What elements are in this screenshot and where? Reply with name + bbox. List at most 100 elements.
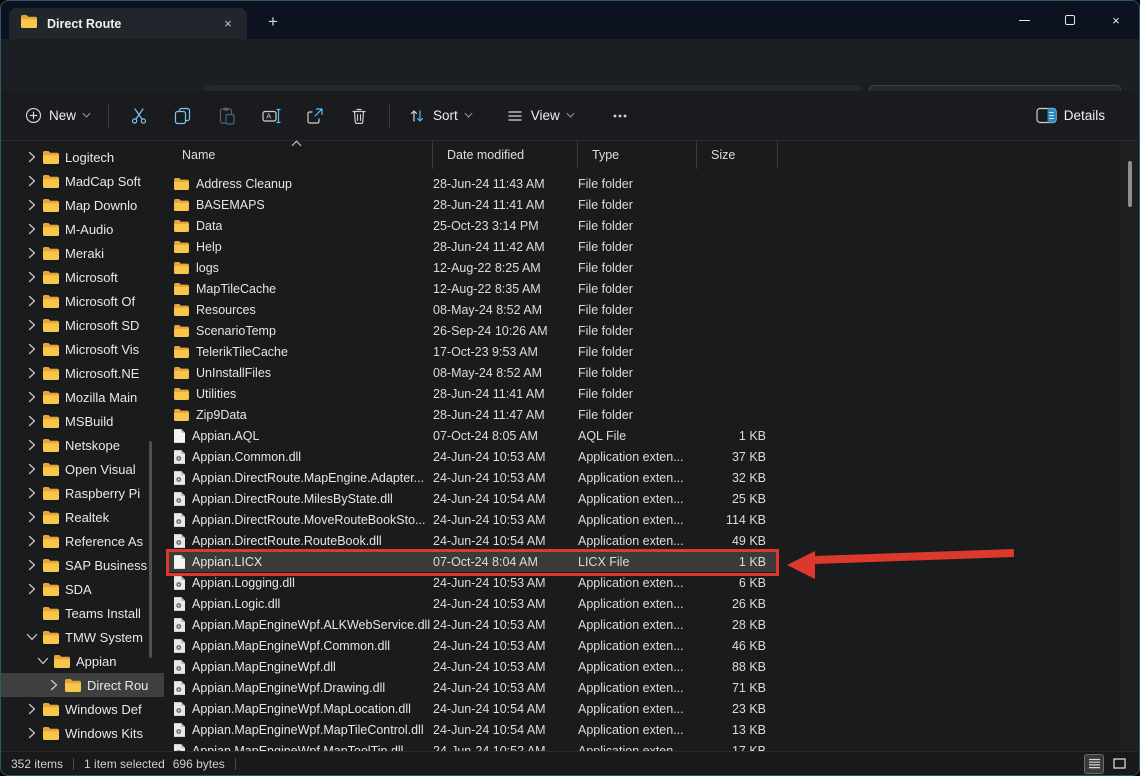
file-row[interactable]: Utilities 28-Jun-24 11:41 AM File folder — [166, 383, 778, 404]
sidebar-folder-item[interactable]: M-Audio — [1, 217, 164, 241]
vertical-scrollbar-thumb[interactable] — [1128, 161, 1132, 207]
tree-expand-chevron-icon[interactable] — [49, 679, 59, 691]
tree-expand-chevron-icon[interactable] — [27, 151, 37, 163]
copy-button[interactable] — [161, 98, 205, 134]
sidebar-folder-item[interactable]: SAP Business — [1, 553, 164, 577]
file-row[interactable]: Appian.DirectRoute.MapEngine.Adapter... … — [166, 467, 778, 488]
sidebar-folder-item[interactable]: MSBuild — [1, 409, 164, 433]
tree-expand-chevron-icon[interactable] — [27, 583, 37, 595]
file-row[interactable]: Appian.MapEngineWpf.MapTileControl.dll 2… — [166, 719, 778, 740]
sidebar-folder-item[interactable]: Teams Install — [1, 601, 164, 625]
tree-expand-chevron-icon[interactable] — [27, 319, 37, 331]
file-row[interactable]: Appian.DirectRoute.MoveRouteBookSto... 2… — [166, 509, 778, 530]
file-row[interactable]: logs 12-Aug-22 8:25 AM File folder — [166, 257, 778, 278]
tree-expand-chevron-icon[interactable] — [27, 247, 37, 259]
sidebar-folder-item[interactable]: Realtek — [1, 505, 164, 529]
tree-expand-chevron-icon[interactable] — [27, 487, 37, 499]
tree-expand-chevron-icon[interactable] — [27, 727, 37, 739]
sidebar-folder-item[interactable]: Raspberry Pi — [1, 481, 164, 505]
more-options-button[interactable] — [598, 98, 642, 134]
rename-button[interactable]: A — [249, 98, 293, 134]
tab-close-icon[interactable]: × — [217, 13, 239, 35]
sidebar-folder-item[interactable]: Microsoft Vis — [1, 337, 164, 361]
column-header-type[interactable]: Type — [578, 141, 697, 169]
tree-expand-chevron-icon[interactable] — [27, 367, 37, 379]
sidebar-folder-item[interactable]: Map Downlo — [1, 193, 164, 217]
file-row[interactable]: Appian.MapEngineWpf.ALKWebService.dll 24… — [166, 614, 778, 635]
sidebar-folder-item[interactable]: Direct Rou — [1, 673, 164, 697]
cut-button[interactable] — [117, 98, 161, 134]
sidebar-folder-item[interactable]: Windows Def — [1, 697, 164, 721]
sidebar-folder-item[interactable]: Microsoft SD — [1, 313, 164, 337]
sidebar-folder-item[interactable]: Logitech — [1, 145, 164, 169]
tree-expand-chevron-icon[interactable] — [27, 535, 37, 547]
tree-expand-chevron-icon[interactable] — [27, 223, 37, 235]
file-row[interactable]: Appian.MapEngineWpf.MapLocation.dll 24-J… — [166, 698, 778, 719]
sidebar-folder-item[interactable]: Windows Kits — [1, 721, 164, 745]
sidebar-folder-item[interactable]: SDA — [1, 577, 164, 601]
vertical-scrollbar-track[interactable] — [1119, 141, 1138, 751]
sidebar-folder-item[interactable]: Mozilla Main — [1, 385, 164, 409]
tree-expand-chevron-icon[interactable] — [38, 655, 48, 667]
minimize-button[interactable] — [1001, 1, 1047, 39]
file-row[interactable]: Appian.DirectRoute.MilesByState.dll 24-J… — [166, 488, 778, 509]
tree-expand-chevron-icon[interactable] — [27, 343, 37, 355]
tree-expand-chevron-icon[interactable] — [27, 703, 37, 715]
file-row[interactable]: ScenarioTemp 26-Sep-24 10:26 AM File fol… — [166, 320, 778, 341]
file-row[interactable]: Appian.Common.dll 24-Jun-24 10:53 AM App… — [166, 446, 778, 467]
file-row[interactable]: Appian.MapEngineWpf.dll 24-Jun-24 10:53 … — [166, 656, 778, 677]
column-header-size[interactable]: Size — [697, 141, 778, 169]
tree-expand-chevron-icon[interactable] — [27, 463, 37, 475]
file-row[interactable]: Address Cleanup 28-Jun-24 11:43 AM File … — [166, 173, 778, 194]
file-row[interactable]: Zip9Data 28-Jun-24 11:47 AM File folder — [166, 404, 778, 425]
file-row[interactable]: MapTileCache 12-Aug-22 8:35 AM File fold… — [166, 278, 778, 299]
maximize-button[interactable] — [1047, 1, 1093, 39]
file-row[interactable]: BASEMAPS 28-Jun-24 11:41 AM File folder — [166, 194, 778, 215]
tree-expand-chevron-icon[interactable] — [27, 511, 37, 523]
sort-button[interactable]: Sort — [398, 98, 482, 134]
delete-button[interactable] — [337, 98, 381, 134]
details-view-toggle[interactable] — [1084, 754, 1104, 774]
sidebar-folder-item[interactable]: Meraki — [1, 241, 164, 265]
sidebar-folder-item[interactable]: Microsoft — [1, 265, 164, 289]
tree-expand-chevron-icon[interactable] — [27, 415, 37, 427]
new-button[interactable]: New — [15, 98, 100, 134]
file-row[interactable]: TelerikTileCache 17-Oct-23 9:53 AM File … — [166, 341, 778, 362]
tree-expand-chevron-icon[interactable] — [27, 391, 37, 403]
file-row[interactable]: Resources 08-May-24 8:52 AM File folder — [166, 299, 778, 320]
tree-expand-chevron-icon[interactable] — [27, 559, 37, 571]
column-header-date-modified[interactable]: Date modified — [433, 141, 578, 169]
tree-expand-chevron-icon[interactable] — [27, 271, 37, 283]
paste-button[interactable] — [205, 98, 249, 134]
file-row[interactable]: Help 28-Jun-24 11:42 AM File folder — [166, 236, 778, 257]
tree-expand-chevron-icon[interactable] — [27, 199, 37, 211]
file-row[interactable]: Appian.AQL 07-Oct-24 8:05 AM AQL File 1 … — [166, 425, 778, 446]
file-row[interactable]: Appian.MapEngineWpf.Drawing.dll 24-Jun-2… — [166, 677, 778, 698]
sidebar-folder-item[interactable]: Appian — [1, 649, 164, 673]
sidebar-folder-item[interactable]: TMW System — [1, 625, 164, 649]
thumbnail-view-toggle[interactable] — [1109, 754, 1129, 774]
tree-expand-chevron-icon[interactable] — [27, 175, 37, 187]
share-button[interactable] — [293, 98, 337, 134]
file-row[interactable]: UnInstallFiles 08-May-24 8:52 AM File fo… — [166, 362, 778, 383]
column-header-name[interactable]: Name — [166, 141, 433, 169]
file-row[interactable]: Appian.MapEngineWpf.Common.dll 24-Jun-24… — [166, 635, 778, 656]
file-row[interactable]: Data 25-Oct-23 3:14 PM File folder — [166, 215, 778, 236]
sidebar-folder-item[interactable]: Netskope — [1, 433, 164, 457]
sidebar-folder-item[interactable]: Open Visual — [1, 457, 164, 481]
sidebar-scrollbar-thumb[interactable] — [149, 441, 152, 658]
tree-expand-chevron-icon[interactable] — [27, 295, 37, 307]
sidebar-folder-item[interactable]: Reference As — [1, 529, 164, 553]
view-button[interactable]: View — [496, 98, 584, 134]
explorer-tab[interactable]: Direct Route × — [9, 8, 247, 39]
new-tab-button[interactable]: + — [261, 10, 285, 34]
tree-expand-chevron-icon[interactable] — [27, 439, 37, 451]
tree-expand-chevron-icon[interactable] — [27, 631, 37, 643]
close-button[interactable]: × — [1093, 1, 1139, 39]
sidebar-folder-item[interactable]: MadCap Soft — [1, 169, 164, 193]
file-row[interactable]: Appian.Logic.dll 24-Jun-24 10:53 AM Appl… — [166, 593, 778, 614]
sidebar-folder-item[interactable]: Microsoft.NE — [1, 361, 164, 385]
file-row[interactable]: Appian.DirectRoute.RouteBook.dll 24-Jun-… — [166, 530, 778, 551]
details-pane-button[interactable]: Details — [1026, 98, 1115, 134]
sidebar-folder-item[interactable]: Microsoft Of — [1, 289, 164, 313]
